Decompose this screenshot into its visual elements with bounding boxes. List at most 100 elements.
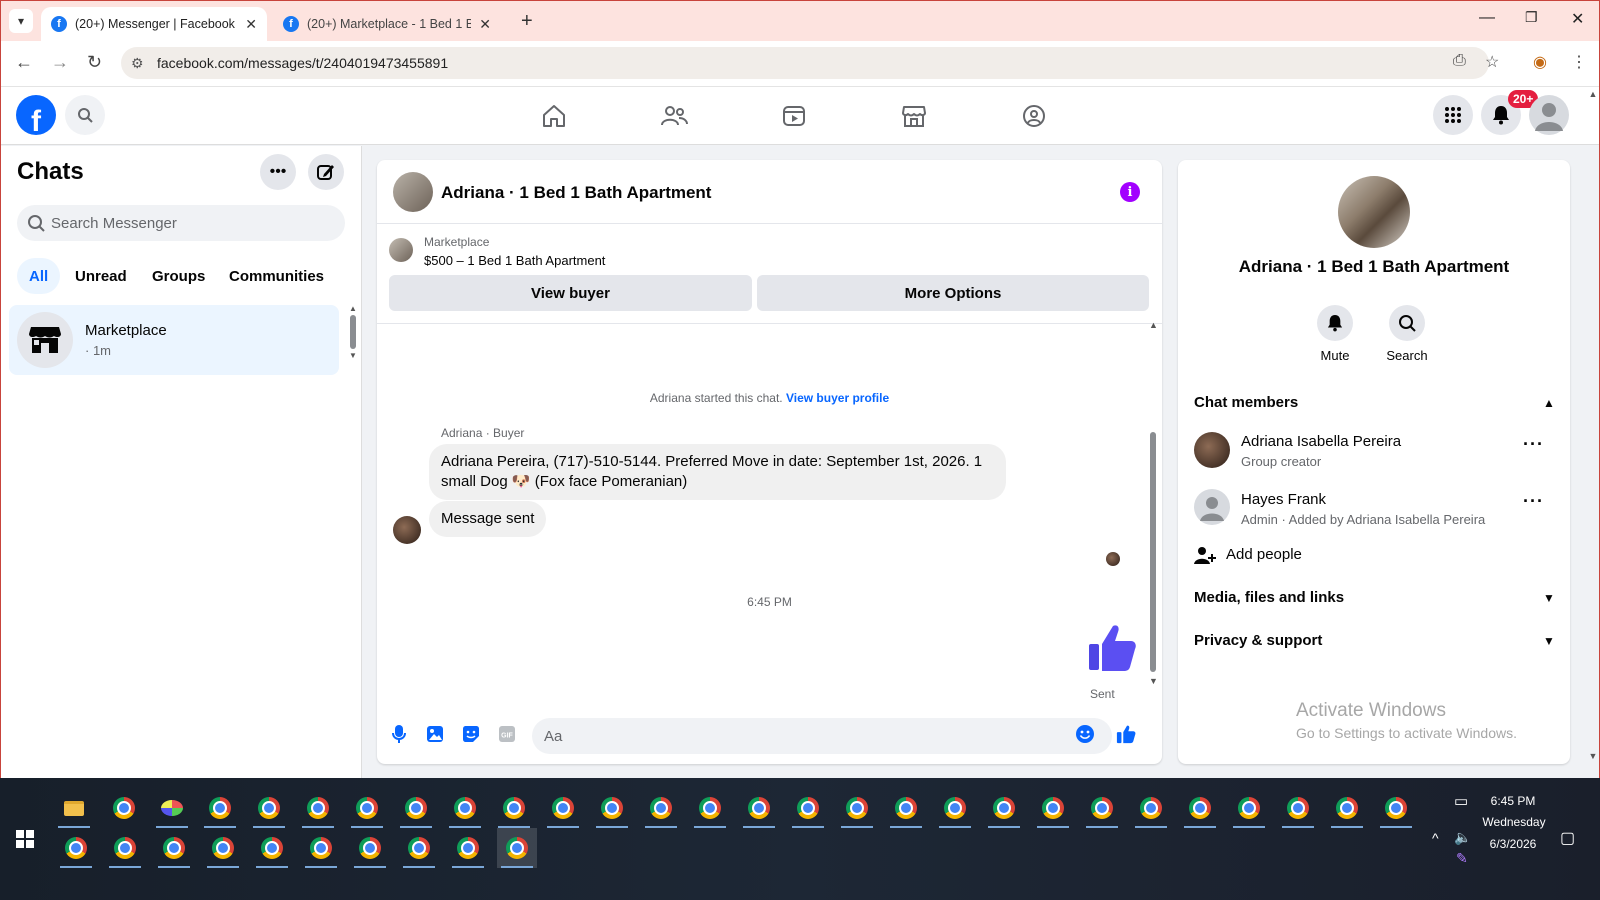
message-bubble[interactable]: Message sent [429,501,547,537]
chrome-icon[interactable] [494,788,534,828]
tray-chevron-up-icon[interactable]: ^ [1432,830,1439,846]
marketplace-icon[interactable] [899,101,929,131]
file-explorer-icon[interactable] [54,788,94,828]
filter-all[interactable]: All [17,258,61,294]
close-tab-icon[interactable]: ✕ [479,16,491,33]
chrome-icon[interactable] [592,788,632,828]
chrome-icon[interactable] [399,828,439,868]
clock-date[interactable]: 6/3/2026 [1478,837,1548,851]
search-in-conversation-button[interactable] [1389,305,1425,341]
mute-button[interactable] [1317,305,1353,341]
conversation-avatar[interactable] [393,172,433,212]
friends-icon[interactable] [659,101,689,131]
tab-search-button[interactable]: ▾ [9,9,33,33]
view-buyer-button[interactable]: View buyer [389,275,752,311]
chrome-icon[interactable] [200,788,240,828]
gif-icon[interactable]: GIF [497,724,517,744]
chrome-icon[interactable] [984,788,1024,828]
tab-marketplace[interactable]: f (20+) Marketplace - 1 Bed 1 Bat ✕ [273,7,501,41]
gaming-icon[interactable] [1019,101,1049,131]
restore-icon[interactable]: ❐ [1525,9,1538,26]
like-icon[interactable] [1116,724,1136,744]
emoji-icon[interactable] [1075,724,1095,744]
photo-icon[interactable] [425,724,445,744]
sender-avatar[interactable] [393,516,421,544]
chat-scrollbar[interactable] [1150,432,1156,672]
member-options-icon[interactable]: ··· [1523,491,1544,512]
chrome-icon[interactable] [641,788,681,828]
chrome-icon[interactable] [837,788,877,828]
chrome-icon[interactable] [739,788,779,828]
site-info-icon[interactable]: ⚙ [131,55,144,72]
action-center-tablet-icon[interactable]: ▭ [1454,792,1468,810]
tab-messenger[interactable]: f (20+) Messenger | Facebook ✕ [41,7,267,41]
chrome-icon[interactable] [252,828,292,868]
chrome-icon[interactable] [347,788,387,828]
media-files-links-header[interactable]: Media, files and links [1194,589,1344,606]
back-icon[interactable]: ← [15,52,33,73]
conversation-title[interactable]: Adriana · 1 Bed 1 Bath Apartment [441,183,711,203]
chrome-icon[interactable] [935,788,975,828]
chrome-icon[interactable] [788,788,828,828]
notifications-icon[interactable]: ▢ [1560,828,1575,848]
filter-unread[interactable]: Unread [63,258,139,294]
chrome-icon[interactable] [249,788,289,828]
chrome-icon[interactable] [1376,788,1416,828]
message-bubble[interactable]: Adriana Pereira, (717)-510-5144. Preferr… [429,444,1006,500]
sidebar-scrollbar[interactable]: ▲ ▼ [349,304,357,370]
profile-icon[interactable]: ◉ [1533,52,1547,72]
conversation-marketplace[interactable]: Marketplace · 1m [9,305,339,375]
thumbs-up-icon[interactable] [1087,622,1137,679]
minimize-icon[interactable]: — [1479,9,1495,27]
new-message-button[interactable] [308,154,344,190]
close-tab-icon[interactable]: ✕ [245,16,257,33]
chrome-icon[interactable] [1229,788,1269,828]
search-messenger-input[interactable]: Search Messenger [17,205,345,241]
facebook-search-icon[interactable] [65,95,105,135]
chevron-down-icon[interactable]: ▼ [1543,591,1555,605]
chat-members-header[interactable]: Chat members [1194,394,1298,411]
chrome-icon[interactable] [1180,788,1220,828]
clock-day[interactable]: Wednesday [1474,815,1554,829]
chrome-icon[interactable] [396,788,436,828]
facebook-logo-icon[interactable]: f [16,95,56,135]
chrome-icon[interactable] [445,788,485,828]
pen-icon[interactable]: ✎ [1456,850,1468,867]
chrome-icon[interactable] [448,828,488,868]
chat-scroll-up-icon[interactable]: ▲ [1149,320,1158,330]
chrome-icon[interactable] [497,828,537,868]
chrome-icon[interactable] [350,828,390,868]
chrome-icon[interactable] [203,828,243,868]
chrome-icon[interactable] [104,788,144,828]
new-tab-icon[interactable]: + [521,10,533,33]
privacy-support-header[interactable]: Privacy & support [1194,632,1322,649]
chat-scroll-down-icon[interactable]: ▼ [1149,676,1158,686]
chrome-icon[interactable] [301,828,341,868]
listing-thumbnail[interactable] [389,238,413,262]
chrome-icon[interactable] [1131,788,1171,828]
microphone-icon[interactable] [389,724,409,744]
video-icon[interactable] [779,101,809,131]
volume-icon[interactable]: 🔈 [1454,829,1471,846]
more-options-button[interactable]: More Options [757,275,1149,311]
chrome-icon[interactable] [1327,788,1367,828]
listing-price[interactable]: $500 – 1 Bed 1 Bath Apartment [424,253,605,268]
sticker-icon[interactable] [461,724,481,744]
chrome-icon[interactable] [1082,788,1122,828]
page-scrollbar[interactable]: ▲ ▼ [1586,89,1599,778]
chrome-icon[interactable] [1278,788,1318,828]
filter-communities[interactable]: Communities [217,258,336,294]
home-icon[interactable] [539,101,569,131]
install-app-icon[interactable]: ⎙ [1453,52,1466,70]
message-input[interactable]: Aa [532,718,1112,754]
conversation-large-avatar[interactable] [1338,176,1410,248]
menu-grid-icon[interactable] [1433,95,1473,135]
forward-icon[interactable]: → [51,52,69,73]
chrome-icon[interactable] [154,828,194,868]
member-options-icon[interactable]: ··· [1523,434,1544,455]
chevron-up-icon[interactable]: ▲ [1543,396,1555,410]
reload-icon[interactable]: ↻ [87,52,102,73]
chrome-icon[interactable] [298,788,338,828]
chats-options-button[interactable]: ••• [260,154,296,190]
filter-groups[interactable]: Groups [140,258,217,294]
